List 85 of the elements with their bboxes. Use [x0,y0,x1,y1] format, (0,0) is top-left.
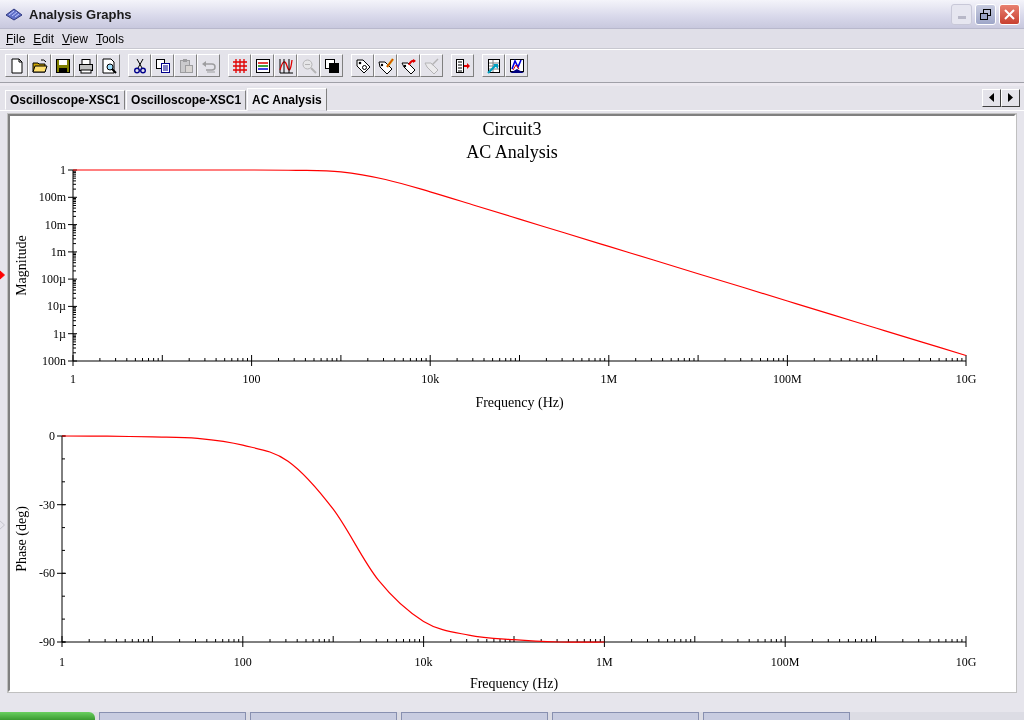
close-icon [1004,8,1015,20]
menu-item[interactable]: Tools [91,31,128,46]
tag-icon [354,57,371,74]
tag-pencil-icon [377,57,394,74]
save-button[interactable] [51,54,74,78]
menu-item[interactable]: Edit [29,31,59,46]
axis-tick-label: 1 [59,655,65,670]
axis-tick-label: 10m [44,217,66,232]
tab[interactable]: Oscilloscope-XSC1 [5,90,126,111]
tag-arrow-icon [400,57,417,74]
export-mathcad-button[interactable] [505,54,528,78]
axis-tick-label: 100m [38,190,66,205]
graph-title: Circuit3 [482,118,542,142]
axis-tick-label: 100µ [41,272,66,287]
print-button[interactable] [74,54,97,78]
copy-pages-icon [154,57,171,74]
grid-icon [231,57,248,74]
axis-tick-label: 10µ [47,299,66,314]
chart-document-icon [508,57,525,74]
grid-button[interactable] [228,54,251,78]
axis-tick-label: 10G [955,655,977,670]
restore-button[interactable] [975,3,996,25]
clipboard-icon [177,57,194,74]
scroll-left-button[interactable] [982,88,1001,107]
axis-tick-label: -30 [39,497,55,512]
colored-lines-icon [254,57,271,74]
tab[interactable]: Oscilloscope-XSC1 [126,90,247,111]
blank-page-icon [8,57,25,74]
legend-button[interactable] [251,54,274,78]
start-button[interactable] [0,712,95,720]
document-arrow-icon [454,57,471,74]
axis-title: Frequency (Hz) [475,395,564,411]
axis-tick-label: 100M [770,655,800,670]
cut-button[interactable] [128,54,151,78]
copy-button[interactable] [151,54,174,78]
left-arrow-icon [989,93,994,103]
reverse-colors-button[interactable] [320,54,343,78]
axis-tick-label: 100 [242,372,261,387]
spreadsheet-arrow-icon [485,57,502,74]
axis-tick-label: 100n [42,354,66,369]
export-button[interactable] [451,54,474,78]
cursors-button[interactable] [274,54,297,78]
axis-tick-label: 1m [50,245,66,259]
right-arrow-icon [1008,93,1013,103]
axis-tick-label: 100M [773,372,802,387]
tag-icon [423,57,440,74]
app-icon [5,7,23,22]
printer-icon [77,57,94,74]
axis-tick-label: 10k [414,655,433,670]
chart-cursors-icon [277,57,294,74]
window-title: Analysis Graphs [29,6,133,22]
axis-tick-label: 1 [60,164,66,178]
magnifier-icon [300,57,317,74]
move-label-button[interactable] [397,54,420,78]
axis-tick-label: 10G [955,372,977,387]
restore-icon [980,8,991,20]
new-button[interactable] [5,54,28,78]
scroll-right-button[interactable] [1001,88,1020,107]
axis-tick-label: 1µ [53,326,66,341]
graph-title: AC Analysis [466,141,558,165]
show-labels-button[interactable] [351,54,374,78]
scissors-icon [131,57,148,74]
page-magnifier-icon [100,57,117,74]
axis-title: Magnitude [14,235,29,296]
axis-tick-label: -90 [39,635,55,650]
axis-tick-label: -60 [39,566,55,581]
axis-tick-label: 1 [70,372,76,387]
minimize-icon [957,15,966,19]
close-button[interactable] [999,3,1020,25]
export-excel-button[interactable] [482,54,505,78]
axis-title: Frequency (Hz) [469,676,559,692]
menu-item[interactable]: View [58,31,92,46]
axis-tick-label: 0 [49,429,55,444]
overlapping-squares-icon [323,57,340,74]
axis-tick-label: 1M [600,372,618,387]
axis-tick-label: 1M [596,655,613,670]
axis-title: Phase (deg) [14,506,29,572]
axis-tick-label: 10k [421,372,440,387]
print-preview-button[interactable] [97,54,120,78]
edit-label-button[interactable] [374,54,397,78]
tab[interactable]: AC Analysis [247,88,327,112]
menu-item[interactable]: File [2,31,30,46]
open-button[interactable] [28,54,51,78]
folder-icon [31,57,48,74]
axis-tick-label: 100 [233,655,252,670]
